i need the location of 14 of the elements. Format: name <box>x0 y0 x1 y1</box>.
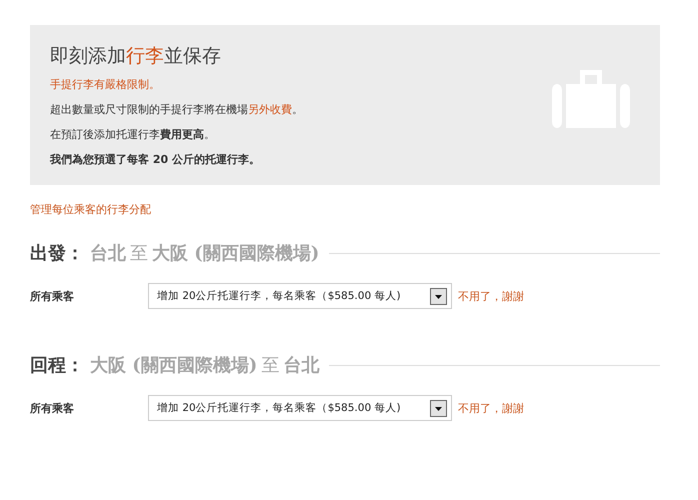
flight-heading: 出發： 台北 至 大阪 (關西國際機場) <box>30 242 320 265</box>
panel-title: 即刻添加行李並保存 <box>50 44 222 69</box>
baggage-dropdown[interactable]: 增加 20公斤托運行李，每名乘客（$585.00 每人) <box>148 395 452 421</box>
decline-link[interactable]: 不用了，謝謝 <box>458 288 524 304</box>
info-text: 手提行李有嚴格限制。 <box>50 77 161 92</box>
passenger-label: 所有乘客 <box>30 288 75 304</box>
info-text: 超出數量或尺寸限制的手提行李將在機場另外收費。 <box>50 102 303 117</box>
flight-heading: 回程： 大阪 (關西國際機場) 至 台北 <box>30 354 320 377</box>
manage-baggage-link[interactable]: 管理每位乘客的行李分配 <box>30 202 151 217</box>
info-text: 在預訂後添加托運行李費用更高。 <box>50 127 216 142</box>
baggage-dropdown[interactable]: 增加 20公斤托運行李，每名乘客（$585.00 每人) <box>148 283 452 309</box>
decline-link[interactable]: 不用了，謝謝 <box>458 400 524 416</box>
info-text: 我們為您預選了每客 20 公斤的托運行李。 <box>50 152 261 167</box>
passenger-label: 所有乘客 <box>30 400 75 416</box>
